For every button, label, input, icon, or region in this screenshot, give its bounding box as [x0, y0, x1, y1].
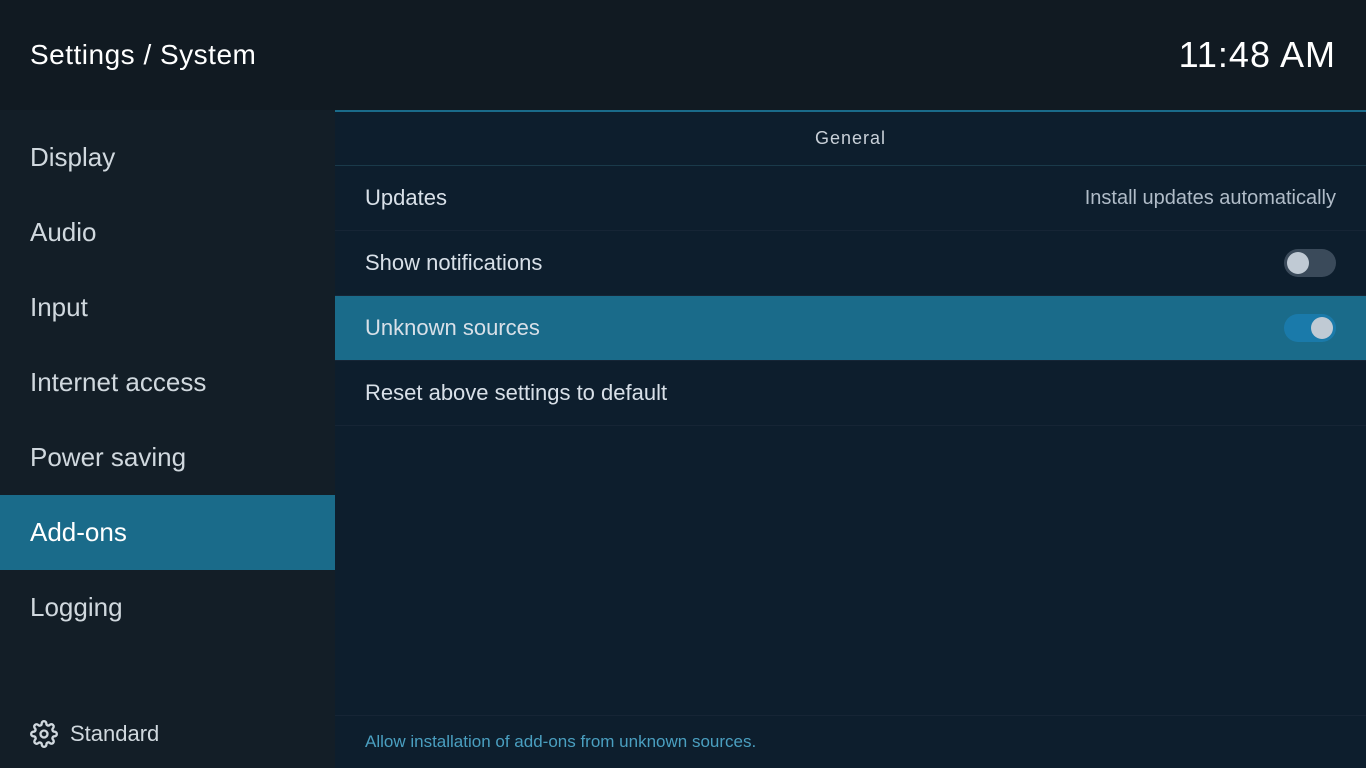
sidebar-footer[interactable]: Standard	[0, 700, 335, 768]
toggle-unknown-sources[interactable]	[1284, 314, 1336, 342]
toggle-knob-show-notifications	[1287, 252, 1309, 274]
setting-label-updates: Updates	[365, 185, 447, 211]
sidebar-item-audio[interactable]: Audio	[0, 195, 335, 270]
content-footer-hint: Allow installation of add-ons from unkno…	[335, 715, 1366, 768]
sidebar-item-internet-access[interactable]: Internet access	[0, 345, 335, 420]
setting-value-updates: Install updates automatically	[1085, 187, 1336, 210]
setting-row-show-notifications[interactable]: Show notifications	[335, 231, 1366, 296]
sidebar-item-power-saving[interactable]: Power saving	[0, 420, 335, 495]
setting-label-show-notifications: Show notifications	[365, 250, 542, 276]
page-title: Settings / System	[30, 39, 256, 71]
sidebar-item-add-ons[interactable]: Add-ons	[0, 495, 335, 570]
setting-label-unknown-sources: Unknown sources	[365, 315, 540, 341]
sidebar-item-display[interactable]: Display	[0, 120, 335, 195]
header: Settings / System 11:48 AM	[0, 0, 1366, 110]
setting-row-reset-settings[interactable]: Reset above settings to default	[335, 361, 1366, 426]
sidebar: DisplayAudioInputInternet accessPower sa…	[0, 110, 335, 768]
setting-row-unknown-sources[interactable]: Unknown sources	[335, 296, 1366, 361]
content-area: General Updates Install updates automatic…	[335, 110, 1366, 768]
gear-icon	[30, 720, 58, 748]
sidebar-item-logging[interactable]: Logging	[0, 570, 335, 645]
section-header: General	[335, 112, 1366, 166]
settings-list: Updates Install updates automatically Show…	[335, 166, 1366, 715]
setting-label-reset-settings: Reset above settings to default	[365, 380, 667, 406]
sidebar-item-input[interactable]: Input	[0, 270, 335, 345]
settings-level-label: Standard	[70, 721, 159, 747]
clock: 11:48 AM	[1179, 34, 1336, 76]
main-layout: DisplayAudioInputInternet accessPower sa…	[0, 110, 1366, 768]
setting-row-updates[interactable]: Updates Install updates automatically	[335, 166, 1366, 231]
toggle-knob-unknown-sources	[1311, 317, 1333, 339]
toggle-show-notifications[interactable]	[1284, 249, 1336, 277]
